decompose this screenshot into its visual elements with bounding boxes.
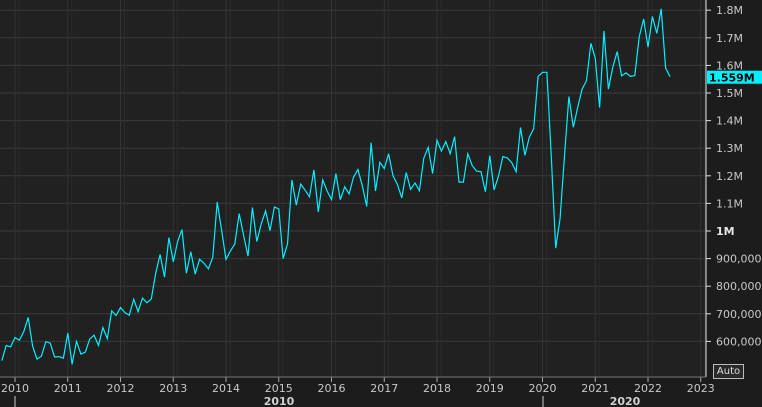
chart: 600,000 700,000 800,000 900,000 1M 1.1M 1.2M 1.… [0, 0, 762, 407]
x-tick-label: 2012 [107, 382, 135, 395]
y-tick-label: 900,000 [716, 253, 762, 266]
x-tick-label: 2014 [212, 382, 240, 395]
decade-label: 2010 [264, 395, 295, 407]
y-tick-label: 1.3M [716, 142, 743, 155]
y-tick-label: 1M [716, 225, 735, 238]
y-tick-label: 700,000 [716, 308, 762, 321]
x-tick-label: 2022 [634, 382, 662, 395]
x-tick-label: 2021 [581, 382, 609, 395]
y-tick-label: 1.4M [716, 115, 743, 128]
x-axis: 2010 2011 2012 2013 2014 2015 2016 2017 2018 2019… [1, 377, 715, 407]
x-tick-label: 2013 [159, 382, 187, 395]
y-tick-label: 600,000 [716, 335, 762, 348]
x-tick-label: 2019 [476, 382, 504, 395]
x-tick-label: 2018 [423, 382, 451, 395]
y-tick-label: 1.8M [716, 4, 743, 17]
plot-area [0, 0, 706, 377]
x-tick-label: 2023 [687, 382, 715, 395]
x-tick-label: 2016 [318, 382, 346, 395]
y-tick-label: 1.2M [716, 170, 743, 183]
y-tick-label: 1.1M [716, 197, 743, 210]
y-tick-label: 1.5M [716, 87, 743, 100]
x-tick-label: 2020 [529, 382, 557, 395]
last-value-label: 1.559M [709, 72, 755, 85]
last-value-badge: 1.559M [707, 70, 762, 85]
y-tick-label: 1.7M [716, 32, 743, 45]
y-tick-label: 800,000 [716, 280, 762, 293]
x-tick-label: 2017 [370, 382, 398, 395]
x-tick-label: 2011 [54, 382, 82, 395]
decade-label: 2020 [610, 395, 641, 407]
y-axis: 600,000 700,000 800,000 900,000 1M 1.1M 1.2M 1.… [706, 4, 762, 348]
y-tick-label: 1.6M [716, 59, 743, 72]
auto-scale-button[interactable]: Auto [713, 364, 744, 379]
x-tick-label: 2010 [1, 382, 29, 395]
x-tick-label: 2015 [265, 382, 293, 395]
